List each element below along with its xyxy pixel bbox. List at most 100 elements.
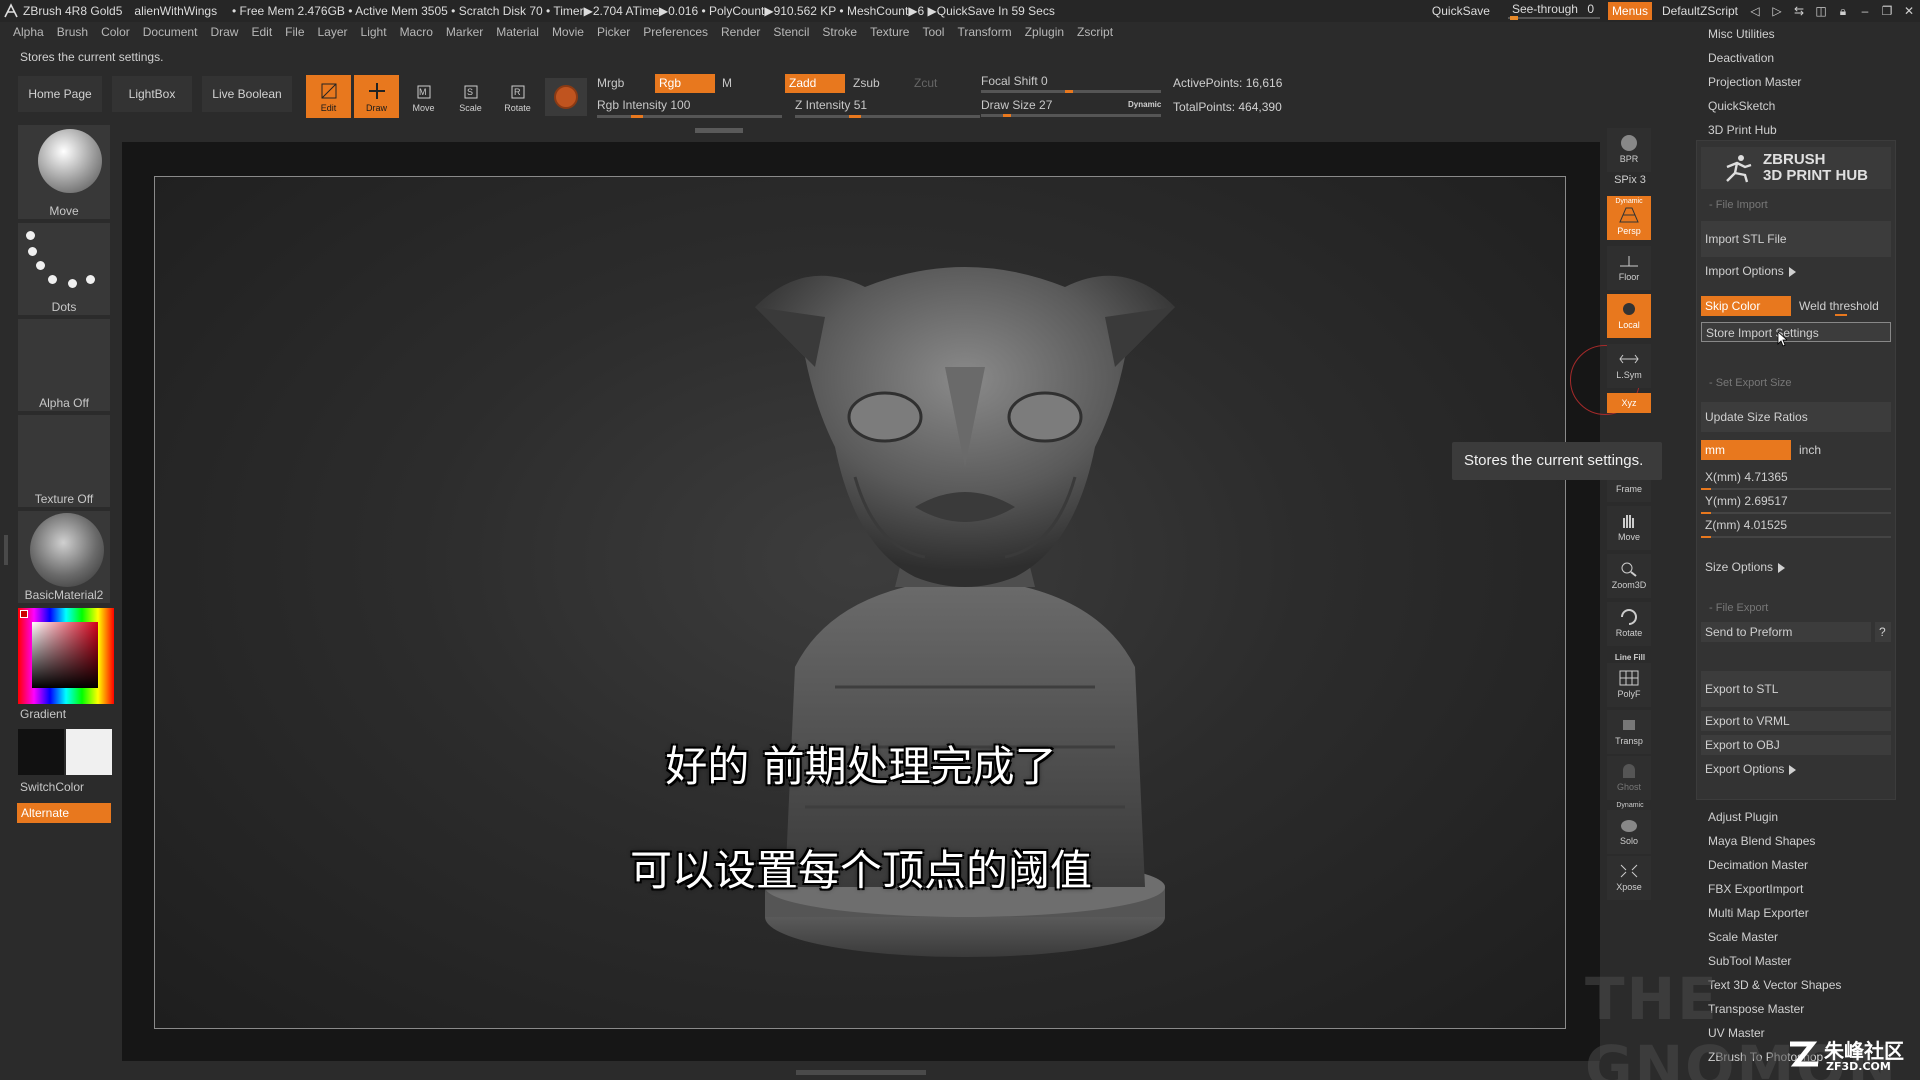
export-obj-button[interactable]: Export to OBJ xyxy=(1701,735,1891,755)
skip-color-toggle[interactable]: Skip Color xyxy=(1701,296,1791,316)
switch-color-label[interactable]: SwitchColor xyxy=(20,780,84,794)
gradient-label[interactable]: Gradient xyxy=(20,707,66,721)
transp-button[interactable]: Transp xyxy=(1607,710,1651,754)
bottom-shelf-handle[interactable] xyxy=(796,1070,926,1075)
menus-button[interactable]: Menus xyxy=(1607,2,1652,20)
alternate-button[interactable]: Alternate xyxy=(17,803,111,823)
lsym-button[interactable]: L.Sym xyxy=(1607,344,1651,388)
zadd-toggle[interactable]: Zadd xyxy=(785,74,845,93)
solo-button[interactable]: Solo xyxy=(1607,810,1651,854)
brush-slot[interactable]: Move xyxy=(18,125,110,219)
xpose-button[interactable]: Xpose xyxy=(1607,856,1651,900)
see-through-knob[interactable] xyxy=(1509,16,1518,20)
send-to-preform-button[interactable]: Send to Preform xyxy=(1701,622,1871,642)
help-button[interactable]: ? xyxy=(1875,622,1891,642)
menu-tool[interactable]: Tool xyxy=(922,25,944,39)
document-canvas[interactable]: 好的 前期处理完成了 可以设置每个顶点的阈值 xyxy=(154,176,1566,1029)
y-size-slider[interactable]: Y(mm) 2.69517 xyxy=(1701,494,1891,514)
menu-color[interactable]: Color xyxy=(101,25,130,39)
rgb-intensity-slider[interactable] xyxy=(597,115,782,118)
plugin-deactivation[interactable]: Deactivation xyxy=(1708,51,1774,65)
focal-shift-slider[interactable] xyxy=(981,90,1161,93)
plugin-misc-utilities[interactable]: Misc Utilities xyxy=(1708,27,1775,41)
swap-icon[interactable]: ⇆ xyxy=(1788,4,1810,18)
default-zscript-button[interactable]: DefaultZScript xyxy=(1656,0,1744,22)
menu-zscript[interactable]: Zscript xyxy=(1077,25,1113,39)
secondary-color-swatch[interactable] xyxy=(66,729,112,775)
inch-toggle[interactable]: inch xyxy=(1795,440,1891,460)
menu-transform[interactable]: Transform xyxy=(957,25,1011,39)
rotate-view-button[interactable]: Rotate xyxy=(1607,602,1651,646)
menu-layer[interactable]: Layer xyxy=(318,25,348,39)
quicksave-button[interactable]: QuickSave xyxy=(1426,0,1496,22)
store-import-settings-button[interactable]: Store Import Settings xyxy=(1701,322,1891,342)
menu-material[interactable]: Material xyxy=(496,25,539,39)
see-through-slider[interactable]: See-through 0 xyxy=(1504,0,1604,22)
local-button[interactable]: Local xyxy=(1607,294,1651,338)
top-shelf-handle[interactable] xyxy=(695,128,743,133)
minimize-icon[interactable]: – xyxy=(1854,4,1876,18)
draw-mode-button[interactable]: Draw xyxy=(354,75,399,118)
export-options-button[interactable]: Export Options xyxy=(1701,759,1891,779)
stroke-slot[interactable]: Dots xyxy=(18,223,110,315)
xyz-button[interactable]: Xyz xyxy=(1607,393,1651,413)
menu-stencil[interactable]: Stencil xyxy=(773,25,809,39)
bpr-button[interactable]: BPR xyxy=(1607,128,1651,172)
layout-left-icon[interactable]: ◁ xyxy=(1744,4,1766,18)
persp-button[interactable]: Dynamic Persp xyxy=(1607,196,1651,240)
plugin-multi-map-exporter[interactable]: Multi Map Exporter xyxy=(1708,906,1809,920)
menu-marker[interactable]: Marker xyxy=(446,25,483,39)
rgb-toggle[interactable]: Rgb xyxy=(655,74,715,93)
rotate-mode-button[interactable]: R Rotate xyxy=(495,75,540,118)
floor-button[interactable]: Floor xyxy=(1607,246,1651,290)
export-stl-button[interactable]: Export to STL xyxy=(1701,671,1891,707)
zcut-toggle[interactable]: Zcut xyxy=(910,74,950,93)
menu-document[interactable]: Document xyxy=(143,25,198,39)
plugin-scale-master[interactable]: Scale Master xyxy=(1708,930,1778,944)
spix-label[interactable]: SPix 3 xyxy=(1605,174,1655,186)
lightbox-button[interactable]: LightBox xyxy=(112,76,192,112)
plugin-decimation-master[interactable]: Decimation Master xyxy=(1708,858,1808,872)
menu-stroke[interactable]: Stroke xyxy=(822,25,857,39)
move-view-button[interactable]: Move xyxy=(1607,506,1651,550)
x-size-slider[interactable]: X(mm) 4.71365 xyxy=(1701,470,1891,490)
mrgb-toggle[interactable]: Mrgb xyxy=(593,74,643,93)
main-color-swatch[interactable] xyxy=(18,729,64,775)
import-stl-button[interactable]: Import STL File xyxy=(1701,221,1891,257)
z-intensity-slider[interactable] xyxy=(795,115,980,118)
zoom3d-button[interactable]: Zoom3D xyxy=(1607,554,1651,598)
layout-icon[interactable]: ◫ xyxy=(1810,4,1832,18)
close-icon[interactable]: ✕ xyxy=(1898,4,1920,18)
color-picker-square[interactable] xyxy=(32,622,98,688)
scale-mode-button[interactable]: S Scale xyxy=(448,75,493,118)
menu-alpha[interactable]: Alpha xyxy=(13,25,44,39)
edit-mode-button[interactable]: Edit xyxy=(306,75,351,118)
restore-icon[interactable]: ❐ xyxy=(1876,4,1898,18)
menu-macro[interactable]: Macro xyxy=(400,25,433,39)
texture-slot[interactable]: Texture Off xyxy=(18,415,110,507)
export-vrml-button[interactable]: Export to VRML xyxy=(1701,711,1891,731)
menu-zplugin[interactable]: Zplugin xyxy=(1025,25,1064,39)
layout-right-icon[interactable]: ▷ xyxy=(1766,4,1788,18)
polyf-button[interactable]: PolyF xyxy=(1607,663,1651,707)
menu-texture[interactable]: Texture xyxy=(870,25,909,39)
live-boolean-button[interactable]: Live Boolean xyxy=(202,76,292,112)
size-options-button[interactable]: Size Options xyxy=(1701,557,1891,577)
plugin-maya-blend-shapes[interactable]: Maya Blend Shapes xyxy=(1708,834,1815,848)
alpha-slot[interactable]: Alpha Off xyxy=(18,319,110,411)
color-picker-marker[interactable] xyxy=(20,610,28,618)
menu-picker[interactable]: Picker xyxy=(597,25,630,39)
lock-icon[interactable]: 🔒︎ xyxy=(1832,4,1854,19)
menu-movie[interactable]: Movie xyxy=(552,25,584,39)
menu-file[interactable]: File xyxy=(285,25,304,39)
menu-draw[interactable]: Draw xyxy=(210,25,238,39)
move-mode-button[interactable]: M Move xyxy=(401,75,446,118)
zsub-toggle[interactable]: Zsub xyxy=(849,74,899,93)
plugin-3d-print-hub[interactable]: 3D Print Hub xyxy=(1708,123,1777,137)
color-picker[interactable] xyxy=(18,608,114,704)
menu-brush[interactable]: Brush xyxy=(57,25,88,39)
draw-size-slider[interactable] xyxy=(981,114,1161,117)
z-size-slider[interactable]: Z(mm) 4.01525 xyxy=(1701,518,1891,538)
menu-light[interactable]: Light xyxy=(361,25,387,39)
menu-preferences[interactable]: Preferences xyxy=(643,25,708,39)
